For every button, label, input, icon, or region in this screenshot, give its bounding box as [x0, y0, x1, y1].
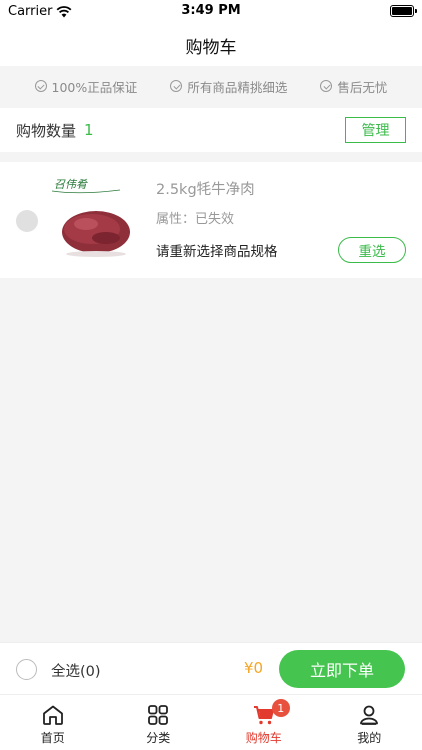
- cart-count: 1: [84, 121, 94, 139]
- order-button[interactable]: 立即下单: [279, 650, 405, 688]
- page-title: 购物车: [185, 37, 237, 58]
- item-note: 请重新选择商品规格: [156, 244, 278, 260]
- check-circle-icon: [170, 80, 183, 92]
- tab-bar: 首页 分类 1 购物车 我的: [0, 694, 422, 750]
- user-icon: [360, 705, 379, 725]
- status-time: 3:49 PM: [181, 3, 241, 18]
- guarantee-item: 100%正品保证: [34, 77, 138, 96]
- check-circle-icon: [34, 80, 47, 92]
- nav-bar: 购物车: [0, 24, 422, 66]
- item-select-radio[interactable]: [16, 210, 38, 232]
- tab-label: 分类: [146, 731, 171, 745]
- tab-category[interactable]: 分类: [106, 695, 212, 750]
- tab-label: 我的: [357, 731, 382, 745]
- status-bar: Carrier 3:49 PM: [0, 0, 422, 24]
- product-image[interactable]: 召伟肴: [50, 174, 142, 266]
- select-all-label[interactable]: 全选(0): [51, 660, 101, 681]
- guarantee-label: 售后无忧: [337, 79, 388, 95]
- guarantee-strip: 100%正品保证 所有商品精挑细选 售后无忧: [0, 66, 422, 106]
- cart-item[interactable]: 召伟肴 2.5kg牦牛净肉 属性：已失效 请重新选择商品规格 重选: [0, 162, 422, 278]
- item-attribute: 属性：已失效: [156, 212, 235, 227]
- cart-header: 购物数量 1 管理: [0, 108, 422, 152]
- tab-home[interactable]: 首页: [0, 695, 106, 750]
- total-price: ¥0: [244, 659, 264, 677]
- manage-button[interactable]: 管理: [345, 117, 406, 143]
- brand-logo: 召伟肴: [54, 178, 88, 191]
- cart-badge: 1: [271, 699, 290, 717]
- checkout-bar: 全选(0) ¥0 立即下单: [0, 642, 422, 694]
- grid-icon: [148, 705, 169, 725]
- tab-cart[interactable]: 1 购物车: [211, 695, 317, 750]
- tab-label: 首页: [40, 731, 65, 745]
- tab-label: 购物车: [245, 731, 282, 745]
- guarantee-label: 所有商品精挑细选: [187, 79, 288, 95]
- guarantee-item: 售后无忧: [320, 77, 387, 96]
- check-circle-icon: [320, 80, 333, 92]
- guarantee-item: 所有商品精挑细选: [170, 77, 287, 96]
- tab-profile[interactable]: 我的: [317, 695, 422, 750]
- cart-count-label: 购物数量: [16, 121, 77, 140]
- item-title[interactable]: 2.5kg牦牛净肉: [156, 178, 255, 199]
- battery-icon: [390, 5, 417, 17]
- home-icon: [42, 705, 63, 725]
- guarantee-label: 100%正品保证: [51, 79, 138, 95]
- select-all-radio[interactable]: [16, 659, 37, 680]
- reselect-button[interactable]: 重选: [338, 237, 406, 263]
